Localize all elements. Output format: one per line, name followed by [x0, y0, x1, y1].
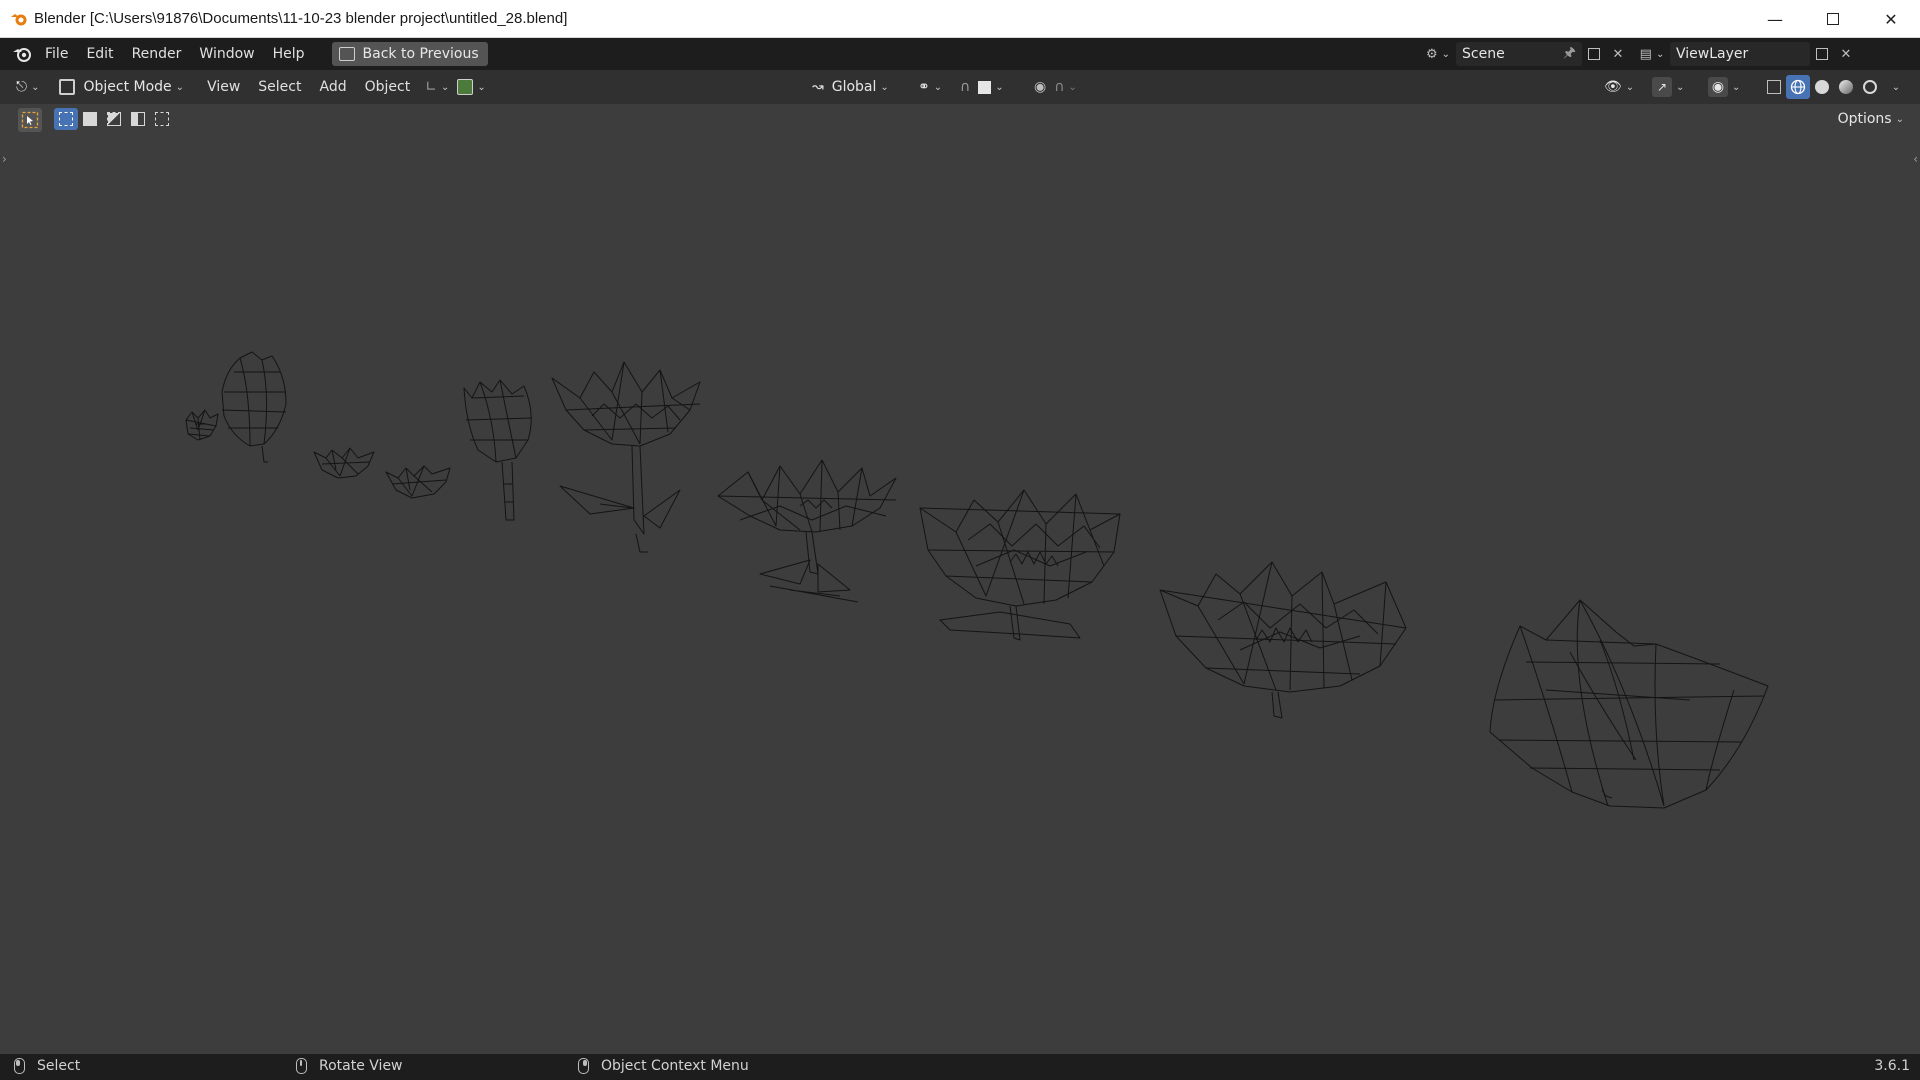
back-to-previous-label: Back to Previous: [362, 46, 479, 62]
overlays-icon: ◉: [1708, 77, 1728, 97]
wireframe-shading-icon[interactable]: [1786, 75, 1810, 99]
status-rotate-label: Rotate View: [319, 1058, 403, 1074]
scene-field[interactable]: Scene 🖈: [1456, 42, 1582, 66]
flower-opening-small[interactable]: [313, 447, 375, 479]
minimize-icon[interactable]: —: [1746, 0, 1804, 38]
object-mode-icon: [59, 79, 76, 95]
new-viewlayer-icon[interactable]: [1810, 42, 1834, 66]
rendered-shading-icon[interactable]: [1858, 75, 1882, 99]
eye-icon: 👁: [1604, 79, 1622, 95]
viewport-scene: [185, 351, 1769, 809]
menu-view[interactable]: View: [198, 79, 249, 95]
intersect-selection-icon[interactable]: [150, 108, 174, 130]
delete-scene-icon[interactable]: ✕: [1606, 42, 1630, 66]
viewport-header: ⎋ ⌄ Object Mode ⌄ View Select Add Object …: [0, 70, 1920, 104]
menu-edit[interactable]: Edit: [77, 42, 122, 66]
orientation-icon: ↝: [812, 79, 824, 95]
editor-type-dropdown[interactable]: ⎋ ⌄: [10, 75, 45, 99]
link-icon: ∟: [425, 79, 437, 95]
blender-version: 3.6.1: [1874, 1058, 1910, 1074]
flower-open-large[interactable]: [1159, 561, 1407, 719]
status-select-label: Select: [37, 1058, 81, 1074]
orientation-label: Global: [831, 79, 877, 95]
options-label: Options: [1837, 111, 1892, 127]
menu-file[interactable]: File: [36, 42, 77, 66]
visibility-dropdown[interactable]: 👁 ⌄: [1598, 75, 1640, 99]
extend-selection-icon[interactable]: [78, 108, 102, 130]
menu-select[interactable]: Select: [249, 79, 310, 95]
back-icon: [338, 47, 355, 61]
viewlayer-browse-icon[interactable]: ▤ ⌄: [1640, 42, 1665, 66]
left-mouse-icon: [14, 1058, 25, 1074]
window-title: Blender [C:\Users\91876\Documents\11-10-…: [34, 10, 568, 27]
flower-bud[interactable]: [221, 351, 287, 463]
pivot-point-dropdown[interactable]: ⚭ ⌄: [912, 75, 948, 99]
viewlayer-name: ViewLayer: [1676, 46, 1749, 62]
flower-with-leaves[interactable]: [551, 361, 701, 553]
material-shading-icon[interactable]: [1834, 75, 1858, 99]
back-to-previous-button[interactable]: Back to Previous: [331, 42, 488, 66]
menu-window[interactable]: Window: [190, 42, 263, 66]
flower-closed-large[interactable]: [1489, 599, 1769, 809]
scene-selector-group: ⚙ ⌄ Scene 🖈 ✕ ▤ ⌄ ViewLayer ✕: [1426, 42, 1858, 66]
shading-options-icon[interactable]: ⌄: [1882, 75, 1906, 99]
invert-selection-icon[interactable]: [126, 108, 150, 130]
pivot-icon: ⚭: [918, 79, 930, 95]
right-mouse-icon: [578, 1058, 589, 1074]
blender-app-icon: [10, 10, 28, 28]
status-rotate-hint: Rotate View: [296, 1058, 403, 1074]
set-new-selection-icon[interactable]: [54, 108, 78, 130]
flower-bud-stem[interactable]: [463, 379, 533, 521]
scene-name: Scene: [1462, 46, 1505, 62]
window-titlebar: Blender [C:\Users\91876\Documents\11-10-…: [0, 0, 1920, 38]
shading-modes: ⌄: [1762, 75, 1906, 99]
viewlayer-field[interactable]: ViewLayer: [1670, 42, 1810, 66]
selection-mode-group: [54, 108, 174, 130]
status-select-hint: Select: [14, 1058, 80, 1074]
status-bar: Select Rotate View Object Context Menu 3…: [0, 1054, 1920, 1080]
blender-menu-icon[interactable]: [8, 42, 36, 66]
proportional-icon: ◉: [1034, 79, 1047, 95]
gizmo-toggle[interactable]: ↗ ⌄: [1646, 75, 1690, 99]
close-icon[interactable]: ✕: [1862, 0, 1920, 38]
solid-shading-icon[interactable]: [1810, 75, 1834, 99]
falloff-icon: ∩: [1054, 79, 1065, 95]
scene-browse-icon[interactable]: ⚙ ⌄: [1426, 42, 1450, 66]
flower-bud-small[interactable]: [185, 409, 219, 441]
pin-icon[interactable]: 🖈: [1563, 42, 1576, 66]
mode-label: Object Mode: [83, 79, 172, 95]
delete-viewlayer-icon[interactable]: ✕: [1834, 42, 1858, 66]
subtract-selection-icon[interactable]: [102, 108, 126, 130]
snap-increment-icon: [978, 80, 992, 94]
mode-dropdown[interactable]: Object Mode ⌄: [53, 75, 190, 99]
overlays-toggle[interactable]: ◉ ⌄: [1702, 75, 1746, 99]
flower-opening-small-2[interactable]: [385, 465, 451, 499]
menu-render[interactable]: Render: [123, 42, 191, 66]
magnet-icon: ∩: [960, 79, 971, 95]
menu-add[interactable]: Add: [311, 79, 356, 95]
middle-mouse-icon: [296, 1058, 307, 1074]
transform-affect-dropdown[interactable]: ∟ ⌄ ⌄: [419, 75, 492, 99]
snap-target-icon: [457, 79, 474, 95]
flower-open[interactable]: [919, 489, 1121, 641]
transform-orientation-dropdown[interactable]: ↝ Global ⌄: [806, 75, 895, 99]
gizmo-icon: ↗: [1652, 77, 1672, 97]
options-dropdown[interactable]: Options ⌄: [1829, 107, 1912, 131]
menu-object[interactable]: Object: [356, 79, 420, 95]
3d-viewport-icon: ⎋: [16, 79, 28, 95]
status-context-label: Object Context Menu: [601, 1058, 749, 1074]
tool-settings-bar: Options ⌄: [0, 104, 1920, 132]
proportional-editing-toggle[interactable]: ◉ ∩ ⌄: [1028, 75, 1083, 99]
topbar: File Edit Render Window Help Back to Pre…: [0, 38, 1920, 70]
3d-viewport[interactable]: › ‹: [0, 132, 1920, 1054]
new-scene-icon[interactable]: [1582, 42, 1606, 66]
flower-with-stem[interactable]: [717, 459, 897, 603]
menu-help[interactable]: Help: [264, 42, 314, 66]
snap-toggle[interactable]: ∩ ⌄: [954, 75, 1010, 99]
select-box-tool-icon[interactable]: [18, 108, 42, 132]
xray-toggle-icon[interactable]: [1762, 75, 1786, 99]
maximize-icon[interactable]: [1804, 0, 1862, 38]
status-context-hint: Object Context Menu: [578, 1058, 749, 1074]
